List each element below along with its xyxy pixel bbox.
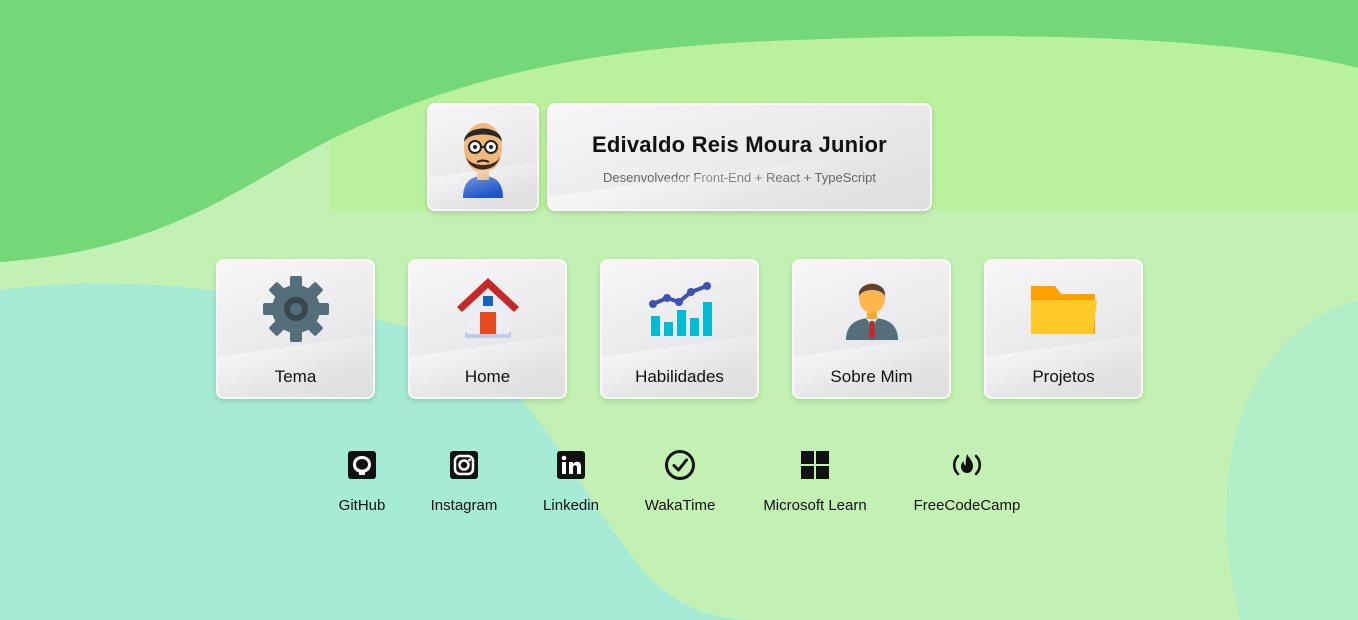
- chart-icon: [649, 282, 712, 336]
- profile-name: Edivaldo Reis Moura Junior: [592, 132, 887, 157]
- menu-tile-tema[interactable]: Tema: [216, 259, 375, 399]
- menu-tile-projetos[interactable]: Projetos: [984, 259, 1143, 399]
- menu-tile-sobre-mim[interactable]: Sobre Mim: [792, 259, 951, 399]
- wakatime-icon: [665, 450, 695, 480]
- menu-tile-label: Projetos: [1032, 367, 1095, 386]
- social-link-instagram[interactable]: Instagram: [420, 448, 508, 514]
- social-link-linkedin[interactable]: Linkedin: [535, 448, 607, 514]
- person-icon: [846, 283, 898, 340]
- menu-tile-habilidades[interactable]: Habilidades: [600, 259, 759, 399]
- linkedin-icon: [557, 451, 585, 479]
- social-link-github[interactable]: GitHub: [326, 448, 398, 514]
- avatar: [427, 103, 539, 211]
- profile-subtitle: Desenvolvedor Front-End + React + TypeSc…: [603, 170, 876, 185]
- folder-icon: [1031, 286, 1097, 334]
- social-label: WakaTime: [644, 497, 716, 514]
- menu-tile-label: Sobre Mim: [830, 367, 913, 386]
- social-label: Linkedin: [543, 497, 599, 514]
- social-label: Instagram: [430, 497, 498, 514]
- social-link-freecodecamp[interactable]: FreeCodeCamp: [905, 448, 1029, 514]
- social-label: FreeCodeCamp: [913, 497, 1021, 514]
- instagram-icon: [450, 451, 478, 479]
- github-icon: [348, 451, 376, 479]
- social-label: Microsoft Learn: [763, 497, 867, 514]
- microsoft-icon: [801, 451, 829, 479]
- menu-tile-label: Home: [464, 367, 511, 386]
- house-icon: [457, 278, 519, 338]
- menu-tile-label: Habilidades: [635, 367, 724, 386]
- avatar-icon: [463, 123, 503, 198]
- menu-tile-label: Tema: [274, 367, 317, 386]
- social-label: GitHub: [338, 497, 386, 514]
- social-link-wakatime[interactable]: WakaTime: [636, 448, 724, 514]
- social-link-microsoft-learn[interactable]: Microsoft Learn: [752, 448, 878, 514]
- freecodecamp-icon: [952, 454, 982, 476]
- profile-card: Edivaldo Reis Moura Junior Desenvolvedor…: [547, 103, 932, 211]
- menu-tile-home[interactable]: Home: [408, 259, 567, 399]
- gear-icon: [263, 276, 329, 342]
